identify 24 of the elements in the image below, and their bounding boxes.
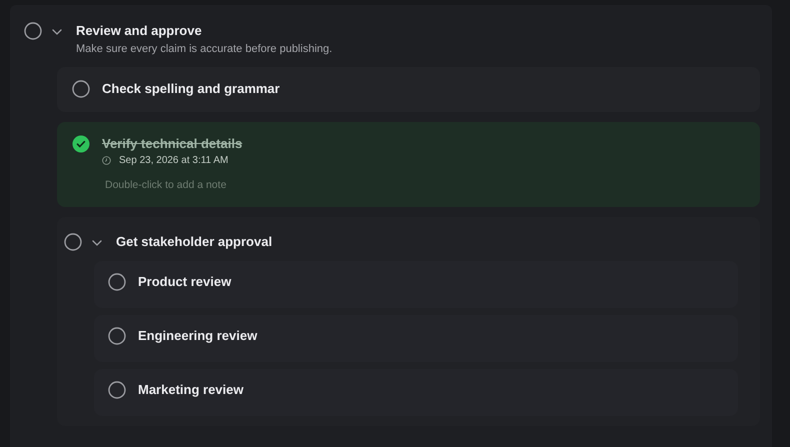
task-title: Get stakeholder approval xyxy=(116,234,272,250)
task-card[interactable]: Verify technical details Sep 23, 2026 at 3:11 AM Double-click to add a note xyxy=(57,122,760,207)
task-title: Verify technical details xyxy=(102,136,242,152)
task-card[interactable]: Marketing review xyxy=(94,369,738,416)
task-card[interactable]: Engineering review xyxy=(94,315,738,362)
task-card[interactable]: Check spelling and grammar xyxy=(57,67,760,112)
checked-circle-icon[interactable] xyxy=(72,135,90,153)
completion-date: Sep 23, 2026 at 3:11 AM xyxy=(119,155,228,166)
task-note: Make sure every claim is accurate before publishing. xyxy=(76,43,332,55)
task-title: Engineering review xyxy=(138,328,258,344)
chevron-icon[interactable] xyxy=(52,29,62,35)
empty-circle-icon[interactable] xyxy=(72,80,90,98)
clock-icon xyxy=(102,156,111,165)
task-title: Review and approve xyxy=(76,23,203,39)
task-title: Product review xyxy=(138,274,232,290)
empty-circle-icon[interactable] xyxy=(108,273,126,291)
empty-circle-icon[interactable] xyxy=(64,233,82,251)
empty-circle-icon[interactable] xyxy=(108,327,126,345)
task-title: Marketing review xyxy=(138,382,244,398)
empty-circle-icon[interactable] xyxy=(24,22,42,40)
task-card[interactable]: Product review xyxy=(94,261,738,308)
chevron-icon[interactable] xyxy=(92,240,102,246)
empty-circle-icon[interactable] xyxy=(108,381,126,399)
task-title: Check spelling and grammar xyxy=(102,81,280,97)
